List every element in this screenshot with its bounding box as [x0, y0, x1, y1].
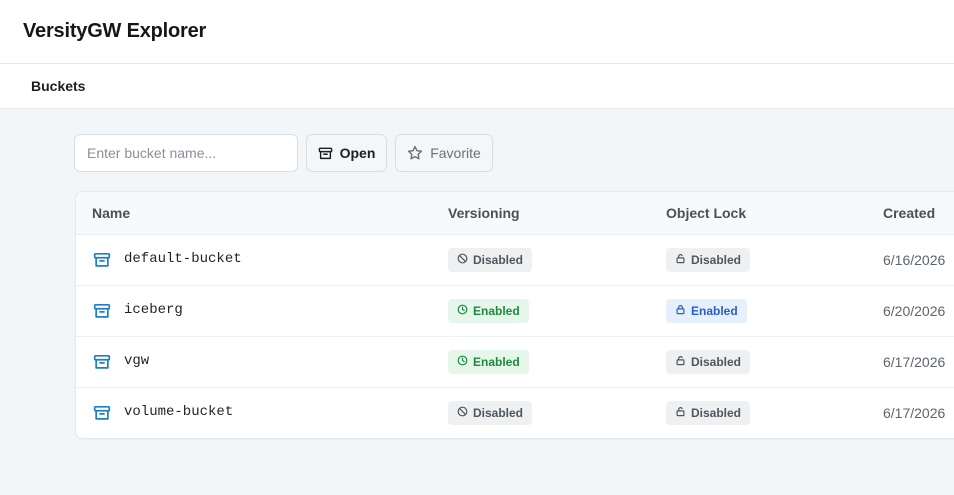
table-header: Name Versioning Object Lock Created: [76, 192, 954, 235]
versioning-status: Enabled: [473, 355, 520, 369]
unlock-icon: [675, 253, 686, 267]
favorite-button[interactable]: Favorite: [395, 134, 493, 172]
nav-bar: Buckets: [0, 64, 954, 109]
column-header-object-lock[interactable]: Object Lock: [666, 205, 746, 221]
versioning-status: Disabled: [473, 406, 524, 420]
unlock-icon: [675, 355, 686, 369]
object-lock-status: Disabled: [691, 406, 742, 420]
versioning-badge: Enabled: [448, 350, 529, 374]
clock-icon: [457, 355, 468, 369]
open-button-label: Open: [339, 145, 376, 161]
created-date: 6/17/2026: [883, 405, 946, 421]
column-header-name[interactable]: Name: [92, 205, 130, 221]
table-row[interactable]: volume-bucket Disabled Disabled 6/17/202…: [76, 388, 954, 438]
versioning-badge: Disabled: [448, 401, 533, 425]
buckets-table: Name Versioning Object Lock Created defa…: [75, 191, 954, 439]
bucket-icon: [93, 251, 111, 274]
bucket-icon: [93, 404, 111, 427]
column-header-created[interactable]: Created: [883, 205, 935, 221]
lock-icon: [675, 304, 686, 318]
table-row[interactable]: iceberg Enabled Enabled 6/20/2026: [76, 286, 954, 337]
top-bar: VersityGW Explorer: [0, 0, 954, 64]
bucket-name[interactable]: volume-bucket: [124, 404, 233, 420]
created-date: 6/20/2026: [883, 303, 946, 319]
versioning-status: Enabled: [473, 304, 520, 318]
bucket-name[interactable]: iceberg: [124, 302, 183, 318]
bucket-name-input[interactable]: [74, 134, 298, 172]
versioning-badge: Disabled: [448, 248, 533, 272]
nav-item-buckets[interactable]: Buckets: [31, 78, 85, 94]
created-date: 6/17/2026: [883, 354, 946, 370]
versioning-status: Disabled: [473, 253, 524, 267]
star-icon: [407, 145, 423, 161]
open-button[interactable]: Open: [306, 134, 387, 172]
favorite-button-label: Favorite: [430, 145, 481, 161]
bucket-icon: [93, 302, 111, 325]
object-lock-status: Enabled: [691, 304, 738, 318]
object-lock-status: Disabled: [691, 253, 742, 267]
object-lock-status: Disabled: [691, 355, 742, 369]
object-lock-badge: Enabled: [666, 299, 747, 323]
ban-icon: [457, 406, 468, 420]
unlock-icon: [675, 406, 686, 420]
table-row[interactable]: default-bucket Disabled Disabled 6/16/20…: [76, 235, 954, 286]
created-date: 6/16/2026: [883, 252, 946, 268]
archive-icon: [318, 146, 333, 161]
column-header-versioning[interactable]: Versioning: [448, 205, 520, 221]
ban-icon: [457, 253, 468, 267]
versioning-badge: Enabled: [448, 299, 529, 323]
bucket-icon: [93, 353, 111, 376]
app-title: VersityGW Explorer: [23, 20, 207, 42]
clock-icon: [457, 304, 468, 318]
bucket-name[interactable]: default-bucket: [124, 251, 242, 267]
object-lock-badge: Disabled: [666, 350, 751, 374]
object-lock-badge: Disabled: [666, 401, 751, 425]
table-row[interactable]: vgw Enabled Disabled 6/17/2026: [76, 337, 954, 388]
object-lock-badge: Disabled: [666, 248, 751, 272]
bucket-name[interactable]: vgw: [124, 353, 149, 369]
